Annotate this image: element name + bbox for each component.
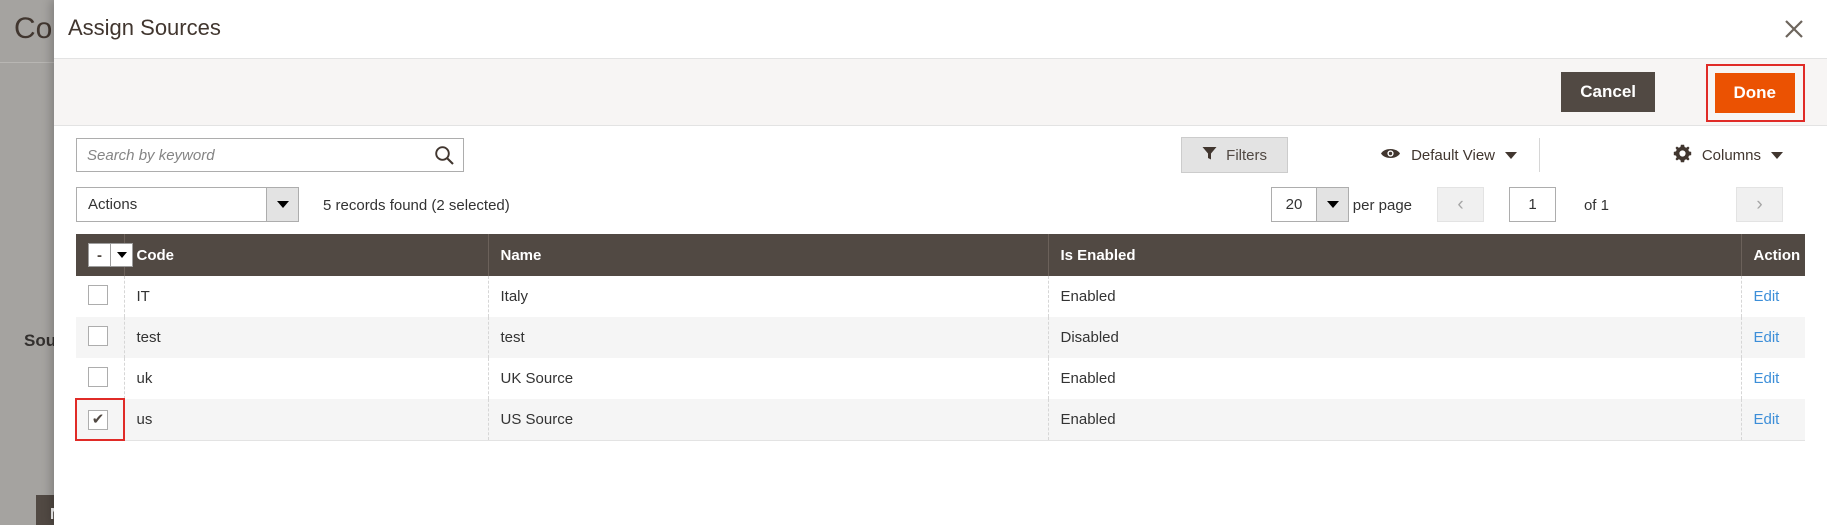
actions-dropdown[interactable]: Actions	[76, 187, 299, 222]
edit-link[interactable]: Edit	[1754, 370, 1780, 387]
sources-table: - Code Name Is Enabled Action IT Italy Ena…	[75, 234, 1805, 441]
cell-code: us	[124, 399, 489, 440]
screen: Con Sou Ne Assign Sources Cancel Done	[0, 0, 1827, 525]
chevron-right-icon: ›	[1756, 194, 1763, 215]
row-checkbox[interactable]	[88, 284, 108, 305]
actions-dropdown-label: Actions	[88, 196, 138, 213]
edit-link[interactable]: Edit	[1754, 411, 1780, 428]
per-page-dropdown[interactable]: 20	[1271, 187, 1349, 222]
grid-meta-row: Actions 5 records found (2 selected) 20 …	[76, 178, 1805, 234]
row-select-cell[interactable]	[76, 276, 125, 317]
cancel-button[interactable]: Cancel	[1561, 72, 1655, 112]
modal-header: Assign Sources	[54, 0, 1827, 59]
eye-icon	[1380, 146, 1401, 165]
cell-is-enabled: Enabled	[1048, 399, 1742, 440]
row-select-cell[interactable]	[76, 358, 125, 399]
table-row: IT Italy Enabled Edit	[76, 276, 1805, 317]
select-all-checkbox[interactable]: -	[88, 243, 133, 267]
filters-button-label: Filters	[1226, 146, 1267, 164]
search-input[interactable]	[77, 139, 417, 171]
next-page-button[interactable]: ›	[1736, 187, 1783, 222]
table-body: IT Italy Enabled Edit test test Disabled Edit uk…	[75, 276, 1805, 441]
chevron-down-icon	[1326, 201, 1339, 208]
cell-action: Edit	[1741, 317, 1805, 358]
modal-action-bar: Cancel Done	[54, 59, 1827, 126]
search-icon[interactable]	[433, 144, 455, 166]
column-header-is-enabled[interactable]: Is Enabled	[1048, 234, 1742, 276]
cell-is-enabled: Disabled	[1048, 317, 1742, 358]
per-page-label: per page	[1352, 197, 1412, 214]
cell-action: Edit	[1741, 276, 1805, 317]
cell-name: US Source	[488, 399, 1049, 440]
table-row: uk UK Source Enabled Edit	[76, 358, 1805, 399]
select-all-state: -	[89, 244, 110, 266]
cell-code: test	[124, 317, 489, 358]
filters-button[interactable]: Filters	[1181, 137, 1288, 173]
cell-code: IT	[124, 276, 489, 317]
cell-code: uk	[124, 358, 489, 399]
page-total-label: of 1	[1583, 197, 1609, 214]
close-icon[interactable]	[1777, 12, 1811, 46]
select-all-dropdown[interactable]	[110, 244, 132, 266]
table-header: - Code Name Is Enabled Action	[76, 234, 1805, 276]
edit-link[interactable]: Edit	[1754, 288, 1780, 305]
check-icon: ✔	[91, 411, 105, 428]
row-select-cell[interactable]: ✔	[75, 398, 125, 441]
chevron-down-icon	[1771, 151, 1783, 159]
row-select-cell[interactable]	[76, 317, 125, 358]
background-section-label: Sou	[24, 331, 57, 350]
cell-is-enabled: Enabled	[1048, 276, 1742, 317]
select-all-header: -	[76, 234, 133, 276]
cell-name: Italy	[488, 276, 1049, 317]
modal-title: Assign Sources	[68, 15, 221, 40]
actions-dropdown-caret	[266, 188, 298, 221]
chevron-down-icon	[1505, 151, 1517, 159]
per-page-value: 20	[1285, 196, 1303, 213]
cell-name: UK Source	[488, 358, 1049, 399]
chevron-left-icon: ‹	[1457, 194, 1464, 215]
row-checkbox[interactable]: ✔	[88, 409, 108, 430]
edit-link[interactable]: Edit	[1754, 329, 1780, 346]
gear-icon	[1673, 144, 1692, 167]
default-view-control[interactable]: Default View	[1380, 138, 1540, 172]
done-button-highlight: Done	[1705, 64, 1805, 122]
cell-name: test	[488, 317, 1049, 358]
chevron-down-icon	[116, 252, 127, 258]
columns-control[interactable]: Columns	[1673, 138, 1783, 172]
grid-toolbar: Filters Default View	[76, 126, 1805, 178]
chevron-down-icon	[276, 201, 289, 208]
table-row: test test Disabled Edit	[76, 317, 1805, 358]
done-button[interactable]: Done	[1714, 73, 1795, 113]
row-checkbox[interactable]	[88, 366, 108, 387]
table-row: ✔ us US Source Enabled Edit	[75, 398, 1805, 441]
per-page-caret	[1316, 188, 1348, 221]
column-header-code[interactable]: Code	[124, 234, 489, 276]
row-checkbox[interactable]	[88, 325, 108, 346]
table-bottom-border	[76, 440, 1805, 441]
cell-action: Edit	[1741, 358, 1805, 399]
records-found-label: 5 records found (2 selected)	[323, 197, 510, 214]
assign-sources-modal: Assign Sources Cancel Done Search by key…	[54, 0, 1827, 525]
column-header-name[interactable]: Name	[488, 234, 1049, 276]
previous-page-button[interactable]: ‹	[1437, 187, 1484, 222]
funnel-icon	[1202, 146, 1217, 165]
search-box	[76, 138, 464, 172]
table-header-row: - Code Name Is Enabled Action	[76, 234, 1805, 276]
page-number-input[interactable]	[1509, 187, 1556, 222]
cell-is-enabled: Enabled	[1048, 358, 1742, 399]
default-view-label: Default View	[1411, 146, 1495, 164]
cell-action: Edit	[1741, 399, 1805, 440]
column-header-action: Action	[1741, 234, 1805, 276]
columns-label: Columns	[1701, 146, 1761, 164]
grid-body: Filters Default View	[54, 126, 1827, 441]
